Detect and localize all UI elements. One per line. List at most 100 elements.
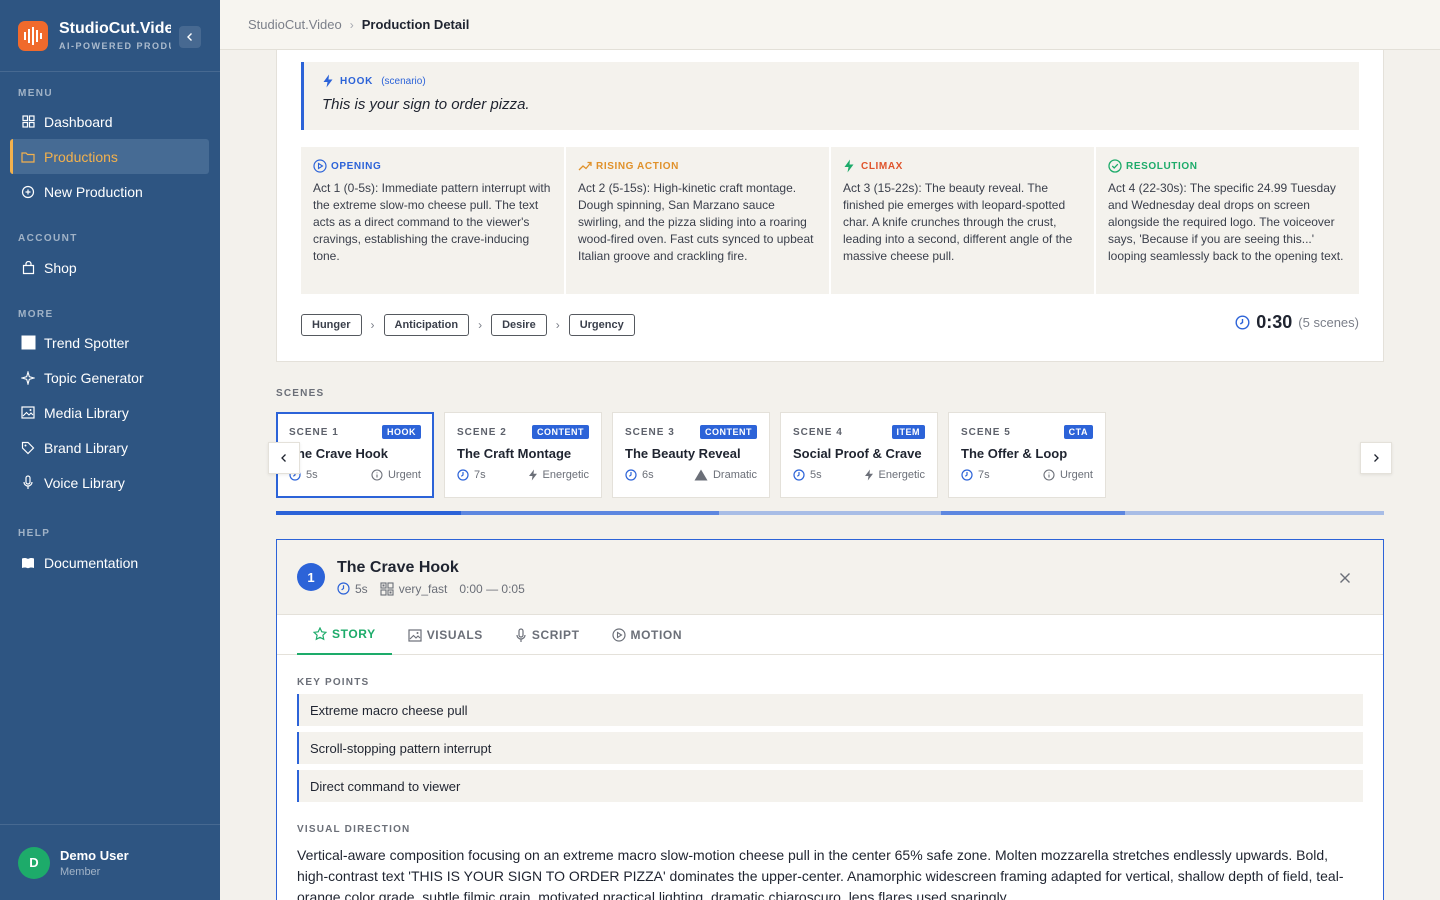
sidebar-item-label: New Production bbox=[44, 183, 143, 200]
scene-detail-title: The Crave Hook bbox=[337, 558, 459, 576]
scene-type-badge: CTA bbox=[1063, 425, 1093, 439]
image-icon bbox=[20, 405, 36, 421]
scene-card[interactable]: SCENE 4 ITEM Social Proof & Crave 5s Ener… bbox=[780, 412, 938, 498]
sidebar-item-brand-library[interactable]: Brand Library bbox=[10, 430, 209, 465]
key-point-item: Direct command to viewer bbox=[297, 770, 1363, 802]
lightning-icon bbox=[864, 469, 873, 481]
sidebar-item-dashboard[interactable]: Dashboard bbox=[10, 104, 209, 139]
scene-type-badge: ITEM bbox=[891, 425, 925, 439]
book-icon bbox=[20, 555, 36, 571]
timeline-segment[interactable] bbox=[1125, 511, 1384, 515]
info-icon bbox=[371, 469, 383, 481]
hook-type: (scenario) bbox=[381, 75, 426, 87]
tab-visuals[interactable]: VISUALS bbox=[392, 615, 499, 655]
sidebar-item-label: Dashboard bbox=[44, 113, 113, 130]
scene-mood: Energetic bbox=[878, 469, 925, 481]
scene-number-badge: 1 bbox=[297, 563, 325, 591]
scene-title: Social Proof & Crave bbox=[793, 446, 922, 461]
user-role: Member bbox=[60, 865, 101, 878]
sidebar-item-voice-library[interactable]: Voice Library bbox=[10, 465, 209, 500]
visual-direction-section: VISUAL DIRECTION Vertical-aware composit… bbox=[277, 824, 1383, 900]
scene-number: SCENE 1 bbox=[289, 426, 339, 438]
act-climax: CLIMAX Act 3 (15-22s): The beauty reveal… bbox=[831, 147, 1094, 294]
chevron-left-icon bbox=[281, 454, 286, 462]
tag-icon bbox=[20, 440, 36, 456]
key-points-label: KEY POINTS bbox=[297, 677, 370, 688]
hook-text: This is your sign to order pizza. bbox=[322, 96, 530, 113]
brand-logo-icon[interactable] bbox=[18, 20, 48, 51]
chevron-right-icon: › bbox=[370, 318, 375, 332]
plus-circle-icon bbox=[20, 184, 36, 200]
lightning-icon bbox=[323, 74, 333, 88]
scene-timeline-bar bbox=[276, 511, 1384, 515]
sidebar-item-media-library[interactable]: Media Library bbox=[10, 395, 209, 430]
tab-story[interactable]: STORY bbox=[297, 615, 392, 655]
total-duration: 0:30 (5 scenes) bbox=[1235, 312, 1359, 333]
play-circle-icon bbox=[611, 628, 626, 642]
avatar: D bbox=[18, 846, 50, 879]
tab-label: STORY bbox=[332, 627, 376, 641]
scene-mood: Urgent bbox=[1059, 469, 1093, 481]
timeline-segment[interactable] bbox=[276, 511, 461, 515]
user-profile[interactable]: D Demo User Member bbox=[0, 824, 220, 900]
sidebar-item-label: Trend Spotter bbox=[44, 334, 130, 351]
sidebar-item-documentation[interactable]: Documentation bbox=[10, 545, 209, 580]
scene-card[interactable]: SCENE 3 CONTENT The Beauty Reveal 6s Dram… bbox=[612, 412, 770, 498]
act-opening: OPENING Act 1 (0-5s): Immediate pattern … bbox=[301, 147, 564, 294]
sidebar-item-productions[interactable]: Productions bbox=[10, 139, 209, 174]
scene-pace: very_fast bbox=[398, 581, 448, 596]
emotion-chip: Anticipation bbox=[383, 314, 470, 336]
chevron-left-icon bbox=[187, 33, 192, 41]
timeline-segment[interactable] bbox=[719, 511, 941, 515]
scene-title: The Crave Hook bbox=[289, 446, 388, 461]
sidebar-item-shop[interactable]: Shop bbox=[10, 250, 209, 285]
key-points-section: KEY POINTS Extreme macro cheese pull Scr… bbox=[277, 677, 1383, 802]
clock-icon bbox=[793, 469, 805, 481]
scene-time-range: 0:00 — 0:05 bbox=[459, 581, 525, 596]
play-circle-icon bbox=[313, 159, 327, 173]
scene-duration: 6s bbox=[642, 469, 654, 481]
triangle-icon bbox=[694, 469, 708, 481]
breadcrumb-separator: › bbox=[349, 17, 354, 32]
emotion-arc: Hunger › Anticipation › Desire › Urgency bbox=[301, 314, 635, 336]
scene-title: The Craft Montage bbox=[457, 446, 572, 461]
story-arc-card: HOOK (scenario) This is your sign to ord… bbox=[276, 50, 1384, 362]
microphone-icon bbox=[20, 475, 36, 491]
timeline-segment[interactable] bbox=[941, 511, 1125, 515]
scene-title: The Offer & Loop bbox=[961, 446, 1068, 461]
scroll-right-button[interactable] bbox=[1360, 442, 1392, 474]
sidebar-item-topic-generator[interactable]: Topic Generator bbox=[10, 360, 209, 395]
visual-direction-text: Vertical-aware composition focusing on a… bbox=[297, 847, 1344, 900]
check-circle-icon bbox=[1108, 159, 1122, 173]
help-section-label: HELP bbox=[18, 528, 51, 539]
close-detail-button[interactable] bbox=[1337, 570, 1353, 586]
act-text: Act 2 (5-15s): High-kinetic craft montag… bbox=[578, 181, 814, 263]
scene-detail-panel: 1 The Crave Hook 5s very_fast 0:00 — 0:0… bbox=[276, 539, 1384, 900]
sidebar-item-label: Voice Library bbox=[44, 474, 125, 491]
scene-type-badge: CONTENT bbox=[532, 425, 589, 439]
sidebar-item-label: Documentation bbox=[44, 554, 139, 571]
hook-label-row: HOOK (scenario) bbox=[322, 74, 1341, 88]
sidebar-item-label: Productions bbox=[44, 148, 118, 165]
page-title: Production Detail bbox=[361, 17, 470, 32]
scene-card[interactable]: SCENE 5 CTA The Offer & Loop 7s Urgent bbox=[948, 412, 1106, 498]
chevron-right-icon: › bbox=[478, 318, 483, 332]
tab-motion[interactable]: MOTION bbox=[596, 615, 699, 655]
timeline-segment[interactable] bbox=[461, 511, 719, 515]
scene-duration: 5s bbox=[355, 581, 368, 596]
act-rising-action: RISING ACTION Act 2 (5-15s): High-kineti… bbox=[566, 147, 829, 294]
scene-card[interactable]: SCENE 2 CONTENT The Craft Montage 7s Ener… bbox=[444, 412, 602, 498]
collapse-sidebar-button[interactable] bbox=[179, 26, 201, 48]
clock-icon bbox=[1235, 315, 1250, 330]
sidebar-item-new-production[interactable]: New Production bbox=[10, 174, 209, 209]
sparkle-icon bbox=[20, 370, 36, 386]
folder-icon bbox=[20, 149, 36, 165]
sidebar-item-trend-spotter[interactable]: Trend Spotter bbox=[10, 325, 209, 360]
scroll-left-button[interactable] bbox=[268, 442, 300, 474]
breadcrumb-root-link[interactable]: StudioCut.Video bbox=[248, 17, 342, 32]
scene-number: SCENE 3 bbox=[625, 426, 675, 438]
scenes-section-label: SCENES bbox=[276, 388, 325, 399]
tab-script[interactable]: SCRIPT bbox=[499, 615, 596, 655]
user-name: Demo User bbox=[60, 847, 129, 863]
act-resolution: RESOLUTION Act 4 (22-30s): The specific … bbox=[1096, 147, 1359, 294]
